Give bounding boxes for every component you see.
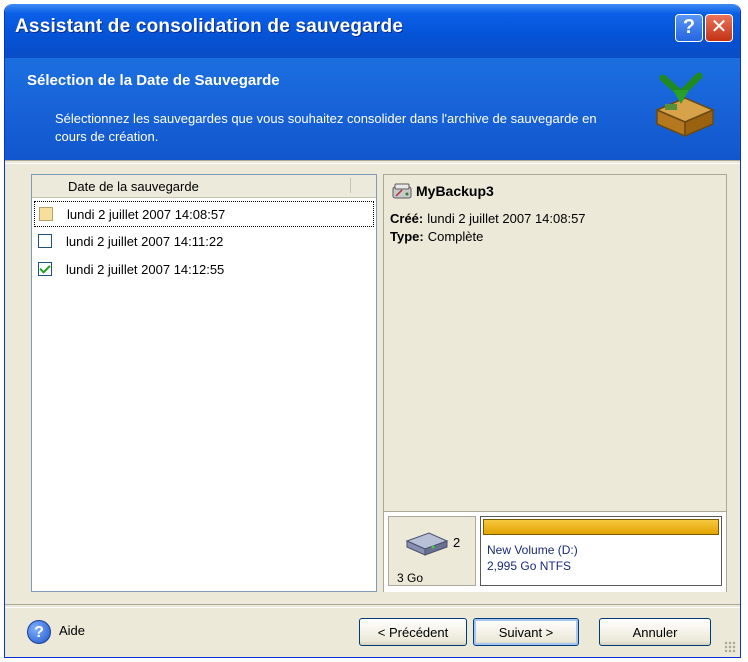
list-item-label: lundi 2 juillet 2007 14:12:55 bbox=[66, 262, 225, 277]
resize-grip[interactable] bbox=[724, 641, 736, 653]
checkbox-unchecked[interactable] bbox=[38, 234, 52, 248]
hard-disk-icon bbox=[405, 532, 449, 556]
help-link[interactable]: Aide bbox=[59, 623, 85, 638]
header-divider bbox=[5, 160, 740, 164]
step-description: Sélectionnez les sauvegardes que vous so… bbox=[55, 111, 597, 144]
disk-block[interactable]: 2 3 Go bbox=[388, 516, 476, 586]
list-item-label: lundi 2 juillet 2007 14:08:57 bbox=[67, 207, 226, 222]
wizard-header: Sélection de la Date de Sauvegarde Sélec… bbox=[5, 58, 740, 160]
cancel-button[interactable]: Annuler bbox=[599, 618, 711, 646]
help-title-button[interactable]: ? bbox=[675, 14, 703, 42]
window-title: Assistant de consolidation de sauvegarde bbox=[15, 16, 404, 37]
column-resize-handle[interactable] bbox=[350, 178, 351, 193]
backup-details-panel: MyBackup3 Créé: lundi 2 juillet 2007 14:0… bbox=[383, 174, 727, 592]
column-header-date[interactable]: Date de la sauvegarde bbox=[32, 175, 376, 198]
disk-size: 3 Go bbox=[397, 571, 424, 585]
help-icon[interactable]: ? bbox=[27, 620, 51, 644]
list-item[interactable]: lundi 2 juillet 2007 14:08:57 bbox=[34, 201, 374, 227]
list-item-label: lundi 2 juillet 2007 14:11:22 bbox=[66, 234, 224, 249]
footer-divider bbox=[5, 604, 740, 608]
volume-info: 2,995 Go NTFS bbox=[487, 559, 572, 573]
backup-date-list[interactable]: Date de la sauvegarde lundi 2 juillet 20… bbox=[31, 174, 377, 592]
volume-block[interactable]: New Volume (D:) 2,995 Go NTFS bbox=[480, 516, 722, 586]
consolidate-backup-icon bbox=[655, 72, 715, 138]
volume-name: New Volume (D:) bbox=[487, 543, 578, 557]
backup-name: MyBackup3 bbox=[416, 183, 494, 199]
type-value: Complète bbox=[427, 229, 484, 244]
created-label: Créé: bbox=[390, 211, 424, 226]
column-header-label: Date de la sauvegarde bbox=[68, 179, 199, 194]
created-value: lundi 2 juillet 2007 14:08:57 bbox=[427, 211, 586, 226]
checkbox-partial[interactable] bbox=[39, 207, 53, 221]
wizard-window: Assistant de consolidation de sauvegarde… bbox=[4, 4, 741, 658]
title-bar: Assistant de consolidation de sauvegarde… bbox=[5, 4, 740, 58]
disk-number: 2 bbox=[453, 535, 461, 550]
previous-button[interactable]: < Précédent bbox=[359, 618, 467, 646]
checkbox-checked[interactable] bbox=[38, 262, 52, 276]
list-item[interactable]: lundi 2 juillet 2007 14:11:22 bbox=[34, 229, 374, 255]
created-line: Créé: lundi 2 juillet 2007 14:08:57 bbox=[390, 211, 586, 226]
disk-map: 2 3 Go New Volume (D:) 2,995 Go NTFS bbox=[384, 511, 726, 592]
type-line: Type: Complète bbox=[390, 229, 483, 244]
volume-usage-bar bbox=[483, 519, 719, 535]
type-label: Type: bbox=[390, 229, 424, 244]
backup-archive-icon bbox=[392, 183, 412, 199]
list-item[interactable]: lundi 2 juillet 2007 14:12:55 bbox=[34, 257, 374, 283]
next-button[interactable]: Suivant > bbox=[473, 618, 579, 646]
close-button[interactable]: ✕ bbox=[705, 14, 733, 42]
step-title: Sélection de la Date de Sauvegarde bbox=[27, 72, 280, 89]
